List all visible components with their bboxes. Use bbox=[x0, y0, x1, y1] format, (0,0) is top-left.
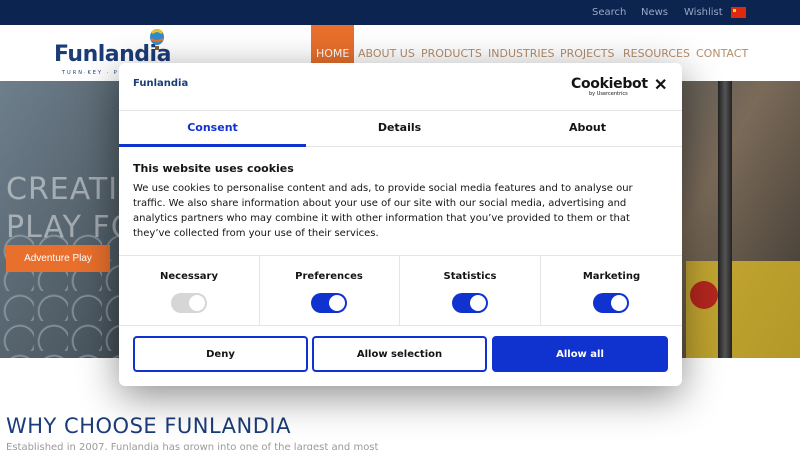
china-flag-icon[interactable] bbox=[731, 7, 746, 18]
toggle-knob bbox=[189, 295, 205, 311]
tab-consent[interactable]: Consent bbox=[119, 111, 306, 147]
category-necessary: Necessary bbox=[119, 256, 260, 326]
category-label-necessary: Necessary bbox=[160, 271, 218, 282]
hero-wall-panel-image bbox=[686, 261, 800, 358]
tab-details[interactable]: Details bbox=[306, 111, 493, 147]
hero-title-line-2: PLAY FO bbox=[6, 210, 136, 245]
cookie-categories: Necessary Preferences Statistics Marketi… bbox=[119, 255, 682, 326]
nav-products[interactable]: PRODUCTS bbox=[421, 47, 482, 60]
hero-title-line-1: CREATI bbox=[6, 172, 119, 207]
why-choose-heading: WHY CHOOSE FUNLANDIA bbox=[6, 414, 291, 438]
toggle-knob bbox=[470, 295, 486, 311]
nav-contact[interactable]: CONTACT bbox=[696, 47, 748, 60]
cookiebot-subtitle: by Usercentrics bbox=[589, 91, 628, 97]
allow-selection-button[interactable]: Allow selection bbox=[312, 336, 487, 372]
toggle-knob bbox=[329, 295, 345, 311]
category-label-preferences: Preferences bbox=[295, 271, 363, 282]
necessary-toggle bbox=[171, 293, 207, 313]
close-icon[interactable]: ✕ bbox=[654, 78, 667, 94]
cookie-consent-dialog: Funlandia Cookiebot by Usercentrics ✕ Co… bbox=[119, 63, 682, 386]
allow-all-button[interactable]: Allow all bbox=[492, 336, 668, 372]
topbar-link-wishlist[interactable]: Wishlist bbox=[684, 7, 723, 18]
why-choose-text: Established in 2007, Funlandia has grown… bbox=[6, 442, 379, 450]
hero-climbing-disc-image bbox=[690, 281, 718, 309]
preferences-toggle[interactable] bbox=[311, 293, 347, 313]
nav-projects[interactable]: PROJECTS bbox=[560, 47, 615, 60]
dialog-brand-logo: Funlandia bbox=[133, 78, 189, 89]
deny-button[interactable]: Deny bbox=[133, 336, 308, 372]
dialog-body-text: We use cookies to personalise content an… bbox=[133, 183, 633, 239]
topbar-link-news[interactable]: News bbox=[641, 7, 668, 18]
toggle-knob bbox=[611, 295, 627, 311]
hero-title: CREATI PLAY FO bbox=[6, 171, 135, 247]
topbar-link-search[interactable]: Search bbox=[592, 7, 626, 18]
category-label-marketing: Marketing bbox=[582, 271, 641, 282]
balloon-icon bbox=[150, 29, 164, 50]
category-marketing: Marketing bbox=[541, 256, 682, 326]
tab-about[interactable]: About bbox=[494, 111, 681, 147]
marketing-toggle[interactable] bbox=[593, 293, 629, 313]
nav-resources[interactable]: RESOURCES bbox=[623, 47, 690, 60]
cookiebot-logo[interactable]: Cookiebot bbox=[571, 76, 648, 92]
category-label-statistics: Statistics bbox=[443, 271, 497, 282]
category-statistics: Statistics bbox=[400, 256, 541, 326]
top-utility-bar: Search News Wishlist bbox=[0, 0, 800, 25]
nav-industries[interactable]: INDUSTRIES bbox=[488, 47, 555, 60]
hero-pole-image bbox=[718, 81, 732, 358]
hero-button-label: Adventure Play bbox=[24, 253, 92, 264]
dialog-heading: This website uses cookies bbox=[133, 162, 294, 175]
statistics-toggle[interactable] bbox=[452, 293, 488, 313]
nav-about-us[interactable]: ABOUT US bbox=[358, 47, 415, 60]
hero-adventure-play-button[interactable]: Adventure Play bbox=[6, 245, 110, 272]
dialog-tabs: Consent Details About bbox=[119, 110, 682, 147]
category-preferences: Preferences bbox=[259, 256, 400, 326]
